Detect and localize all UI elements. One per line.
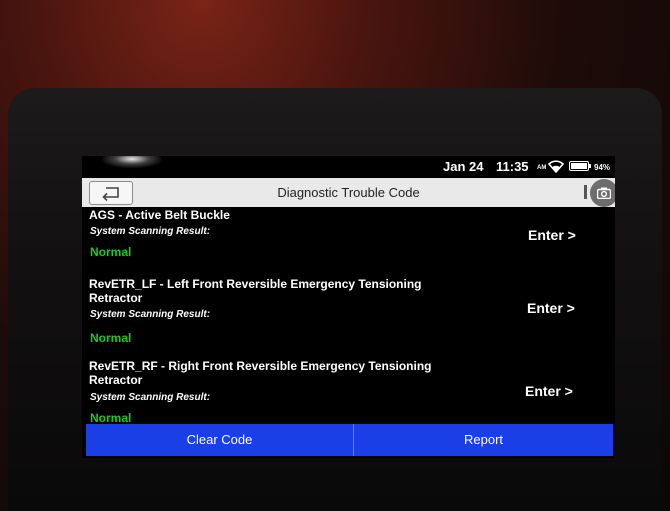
item-status: Normal bbox=[90, 331, 132, 345]
device-screen: Jan 24 11:35 AM 94% Diagnostic Trouble C… bbox=[82, 156, 615, 458]
status-am-pm: AM bbox=[537, 165, 547, 171]
item-status: Normal bbox=[90, 411, 132, 425]
status-date: Jan 24 bbox=[443, 159, 484, 174]
report-button[interactable]: Report bbox=[354, 424, 613, 456]
item-title: AGS - Active Belt Buckle bbox=[89, 208, 230, 222]
footer-bar: Clear Code Report bbox=[86, 424, 613, 456]
enter-button[interactable]: Enter > bbox=[528, 227, 576, 243]
screenshot-camera-button[interactable] bbox=[590, 179, 615, 207]
wifi-icon bbox=[548, 160, 564, 173]
item-title: RevETR_RF - Right Front Reversible Emerg… bbox=[89, 359, 432, 387]
item-subtitle: System Scanning Result: bbox=[90, 309, 211, 320]
item-subtitle: System Scanning Result: bbox=[90, 392, 211, 403]
header-menu-handle[interactable] bbox=[584, 185, 587, 199]
enter-button[interactable]: Enter > bbox=[525, 383, 573, 399]
enter-button[interactable]: Enter > bbox=[527, 300, 575, 316]
battery-percent: 94% bbox=[594, 163, 611, 172]
status-bar: Jan 24 11:35 AM 94% bbox=[82, 156, 615, 176]
item-subtitle: System Scanning Result: bbox=[90, 226, 211, 237]
camera-icon bbox=[597, 187, 611, 199]
page-title: Diagnostic Trouble Code bbox=[277, 185, 420, 200]
device-photo: Jan 24 11:35 AM 94% Diagnostic Trouble C… bbox=[0, 0, 670, 511]
status-time: 11:35 bbox=[496, 159, 529, 174]
system-list: AGS - Active Belt Buckle System Scanning… bbox=[82, 207, 615, 425]
item-title: RevETR_LF - Left Front Reversible Emerge… bbox=[89, 277, 422, 305]
app-header: Diagnostic Trouble Code bbox=[82, 178, 615, 207]
item-status: Normal bbox=[90, 245, 132, 259]
clear-code-button[interactable]: Clear Code bbox=[86, 424, 353, 456]
battery-icon bbox=[569, 161, 591, 171]
